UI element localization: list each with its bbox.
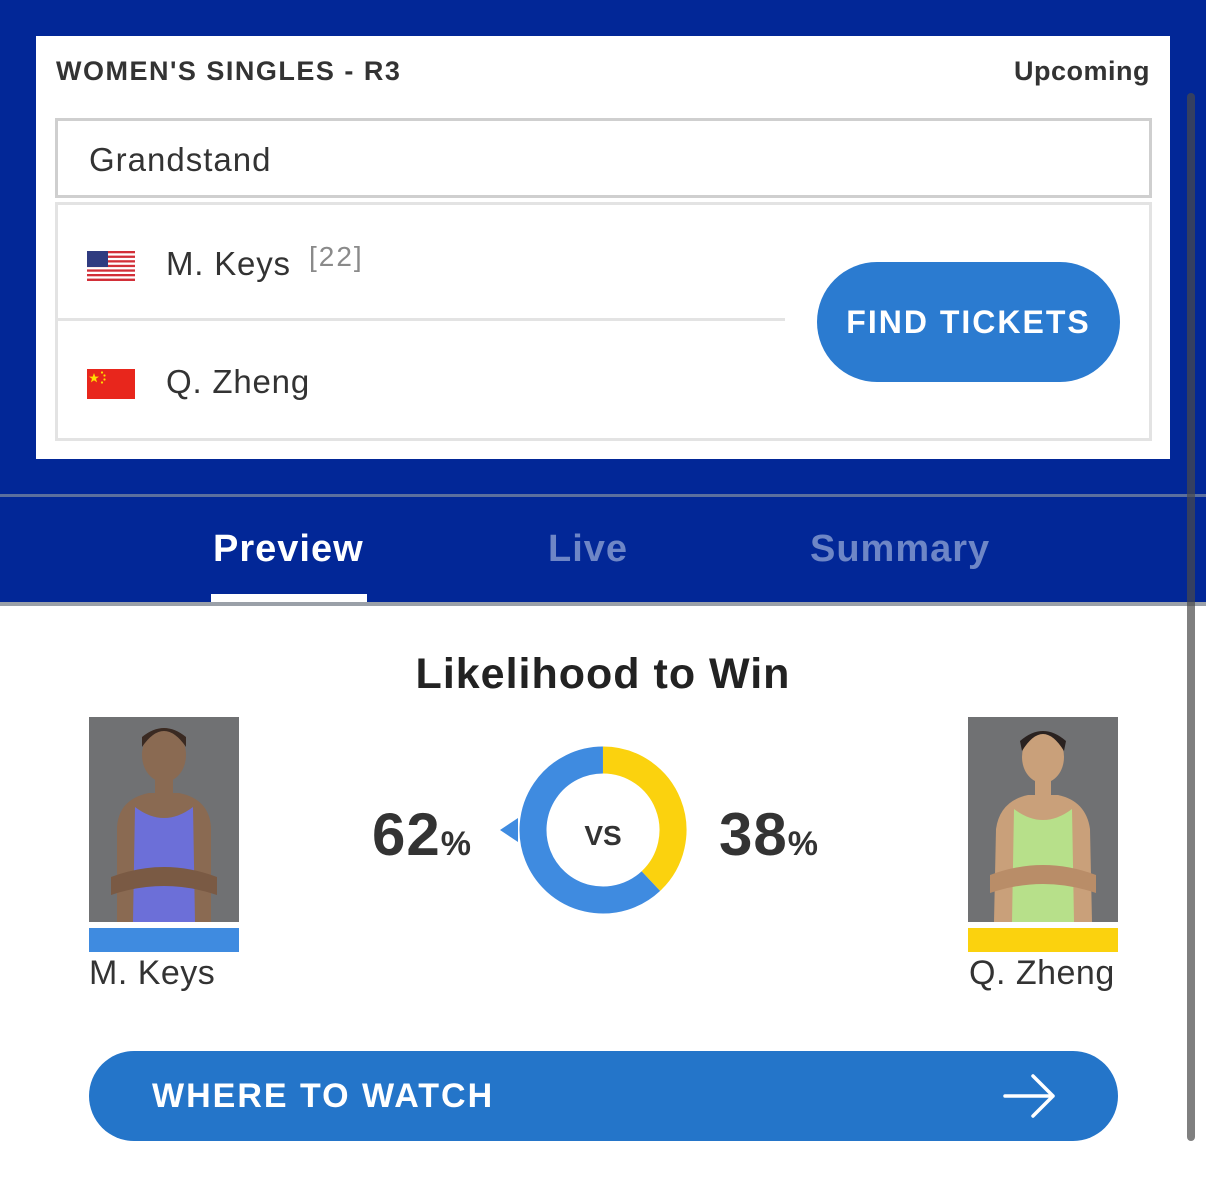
arrow-right-icon — [1003, 1074, 1055, 1118]
player1-win-percent: 62% — [372, 800, 471, 869]
tab-preview[interactable]: Preview — [213, 528, 364, 571]
player1-percent-value: 62 — [372, 801, 441, 868]
player2-win-percent: 38% — [719, 800, 818, 869]
round-label: WOMEN'S SINGLES - R3 — [56, 56, 402, 86]
find-tickets-button[interactable]: FIND TICKETS — [817, 262, 1120, 382]
player-name: M. Keys — [166, 245, 291, 282]
divider — [0, 602, 1206, 606]
tab-live[interactable]: Live — [548, 528, 628, 571]
vs-label: VS — [584, 820, 621, 851]
player-name: Q. Zheng — [166, 363, 310, 400]
player2-percent-value: 38 — [719, 801, 788, 868]
player-photo-zheng — [968, 717, 1118, 922]
percent-sign: % — [440, 825, 471, 863]
leader-pointer-icon — [500, 818, 518, 842]
player-row-zheng[interactable]: Q. Zheng — [58, 323, 785, 439]
player1-color-bar — [89, 928, 239, 952]
likelihood-donut-chart: VS — [500, 746, 687, 914]
match-header: WOMEN'S SINGLES - R3 Upcoming Grandstand — [0, 0, 1206, 604]
tab-summary[interactable]: Summary — [810, 528, 990, 571]
where-to-watch-button[interactable]: WHERE TO WATCH — [89, 1051, 1118, 1141]
player2-caption: Q. Zheng — [969, 954, 1115, 992]
player-row-keys[interactable]: M. Keys [22] — [58, 205, 785, 321]
divider — [0, 494, 1206, 497]
player2-color-bar — [968, 928, 1118, 952]
china-flag-icon — [87, 369, 135, 399]
match-card: WOMEN'S SINGLES - R3 Upcoming Grandstand — [36, 36, 1170, 459]
court-box: Grandstand — [55, 118, 1152, 198]
court-label: Grandstand — [89, 141, 272, 178]
usa-flag-icon — [87, 251, 135, 281]
player-seed: [22] — [309, 241, 364, 272]
player1-caption: M. Keys — [89, 954, 216, 992]
match-status: Upcoming — [1014, 56, 1150, 86]
players-box: M. Keys [22] Q. Zheng FIND TICKETS — [55, 202, 1152, 441]
scrollbar[interactable] — [1187, 93, 1195, 1141]
where-to-watch-label: WHERE TO WATCH — [152, 1077, 495, 1115]
likelihood-title: Likelihood to Win — [415, 650, 791, 698]
percent-sign: % — [787, 825, 818, 863]
player-photo-keys — [89, 717, 239, 922]
